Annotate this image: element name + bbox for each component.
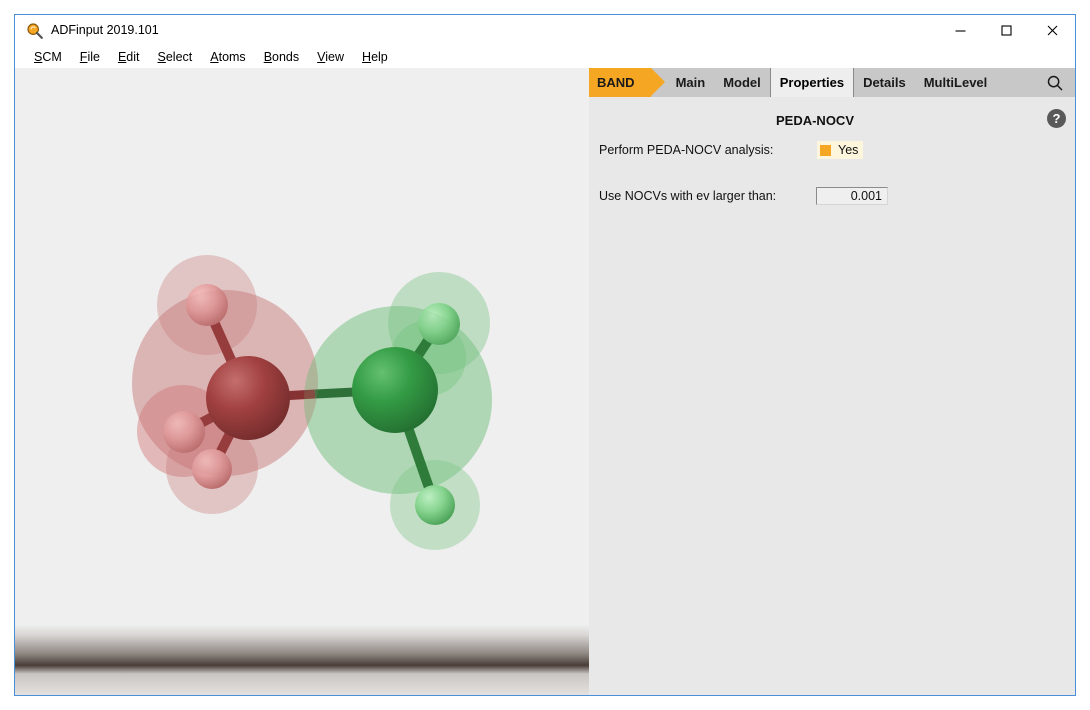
peda-nocv-analysis-label: Perform PEDA-NOCV analysis: [599, 143, 773, 157]
close-button[interactable] [1029, 15, 1075, 46]
maximize-button[interactable] [983, 15, 1029, 46]
tab-properties[interactable]: Properties [770, 68, 854, 97]
menu-atoms[interactable]: Atoms [201, 48, 254, 66]
menu-scm[interactable]: SCM [25, 48, 71, 66]
minimize-button[interactable] [937, 15, 983, 46]
tab-model[interactable]: Model [714, 68, 770, 97]
settings-panel: BAND Main Model Properties Details Multi… [589, 68, 1075, 695]
checkbox-indicator [820, 145, 831, 156]
panel-content: PEDA-NOCV ? Perform PEDA-NOCV analysis: … [589, 97, 1075, 695]
menu-view[interactable]: View [308, 48, 353, 66]
menu-select[interactable]: Select [149, 48, 202, 66]
app-magnifier-icon [26, 22, 44, 40]
window-body: C O N H Cl X [15, 68, 1075, 695]
title-bar: ADFinput 2019.101 [15, 15, 1075, 46]
peda-nocv-analysis-checkbox[interactable]: Yes [817, 141, 863, 159]
tab-details[interactable]: Details [854, 68, 915, 97]
menu-file[interactable]: File [71, 48, 109, 66]
menu-bonds[interactable]: Bonds [255, 48, 308, 66]
menu-help[interactable]: Help [353, 48, 397, 66]
menu-edit[interactable]: Edit [109, 48, 149, 66]
molecule-3d-viewport[interactable] [15, 68, 589, 696]
menu-bar: SCM File Edit Select Atoms Bonds View He… [15, 46, 1075, 68]
help-button[interactable]: ? [1047, 109, 1066, 128]
screen: ADFinput 2019.101 SCM File Edit Select A… [0, 0, 1090, 710]
tab-main[interactable]: Main [667, 68, 715, 97]
tab-bar: BAND Main Model Properties Details Multi… [589, 68, 1075, 97]
panel-title: PEDA-NOCV [589, 113, 1075, 128]
window-title: ADFinput 2019.101 [51, 22, 159, 39]
checkbox-value: Yes [838, 143, 858, 157]
nocv-eigenvalue-label: Use NOCVs with ev larger than: [599, 189, 776, 203]
atom-toolbar-strip [15, 625, 589, 696]
search-icon[interactable] [1035, 68, 1075, 97]
nocv-eigenvalue-input[interactable] [816, 187, 888, 205]
tab-multilevel[interactable]: MultiLevel [915, 68, 997, 97]
application-window: ADFinput 2019.101 SCM File Edit Select A… [14, 14, 1076, 696]
window-controls [937, 15, 1075, 46]
tab-band[interactable]: BAND [589, 68, 651, 97]
